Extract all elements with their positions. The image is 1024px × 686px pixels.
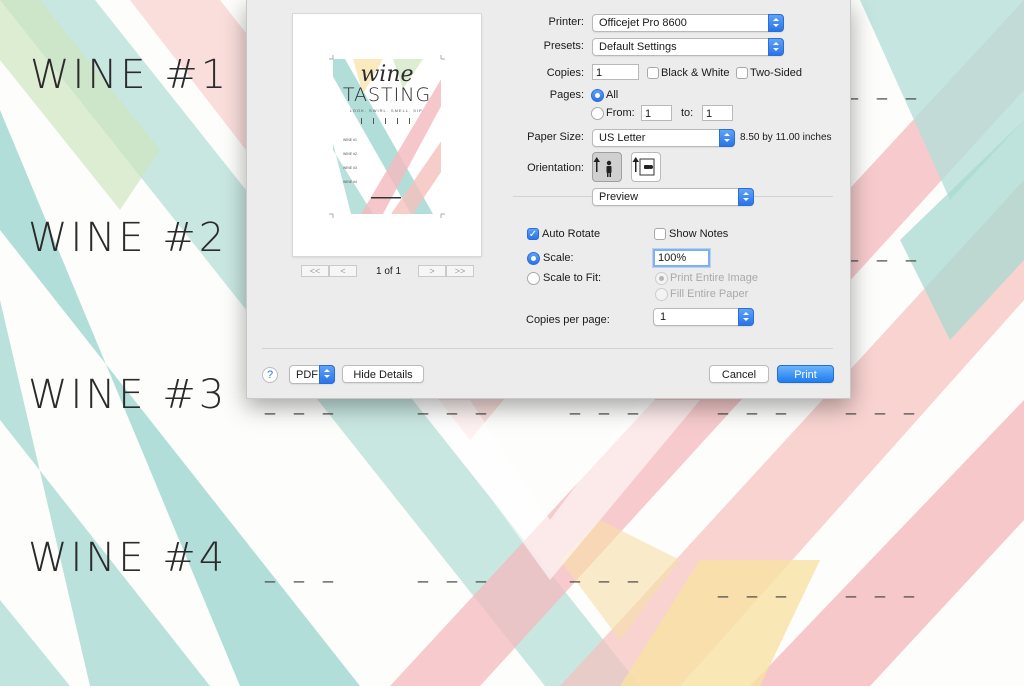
scale-to-fit-label: Scale to Fit: [543,272,602,284]
copies-label: Copies: [546,67,584,79]
paper-size-value: US Letter [599,132,646,144]
first-page-button[interactable]: << [301,265,329,277]
orientation-label: Orientation: [527,162,584,174]
help-button[interactable]: ? [262,367,278,383]
hide-details-button[interactable]: Hide Details [342,365,424,383]
background-wine-label-3: WINE #3 [28,372,228,418]
pages-all-radio[interactable] [591,89,604,102]
presets-popup[interactable]: Default Settings [592,38,784,56]
background-wine-label-2: WINE #2 [28,215,228,261]
preview-artwork [329,55,445,218]
background-dash: _ _ _ [265,563,341,583]
presets-value: Default Settings [599,41,677,53]
popup-arrows-icon [738,188,754,206]
background-wine-label-4: WINE #4 [28,535,228,581]
copies-per-page-label: Copies per page: [526,314,610,326]
print-button[interactable]: Print [777,365,834,383]
black-white-label: Black & White [661,67,730,79]
section-popup[interactable]: Preview [592,188,754,206]
print-preview-page: wine TASTING LOOK. SWIRL. SMELL. SIP. WI… [293,14,481,256]
background-dash: _ _ _ [848,80,924,100]
printer-popup[interactable]: Officejet Pro 8600 [592,14,784,32]
background-dash: _ _ _ [846,395,922,415]
popup-arrows-icon [738,308,754,326]
footer-divider [262,348,833,349]
presets-label: Presets: [543,40,584,52]
background-wine-label-1: WINE #1 [30,52,230,98]
scale-radio[interactable] [527,252,540,265]
orientation-landscape-button[interactable] [631,152,661,182]
black-white-checkbox[interactable] [647,67,659,79]
landscape-person-icon [632,157,655,176]
pages-from-label: From: [606,107,635,119]
paper-size-popup[interactable]: US Letter [592,129,735,147]
two-sided-label: Two-Sided [750,67,802,79]
pages-to-label: to: [681,107,694,119]
popup-arrows-icon [719,129,735,147]
previous-page-button[interactable]: < [329,265,357,277]
print-entire-image-label: Print Entire Image [670,272,759,284]
paper-size-dimensions: 8.50 by 11.00 inches [740,132,832,143]
orientation-portrait-button[interactable] [592,152,622,182]
printer-value: Officejet Pro 8600 [599,17,687,29]
background-dash: _ _ _ [570,563,646,583]
popup-arrows-icon [768,38,784,56]
paper-size-label: Paper Size: [527,131,584,143]
show-notes-checkbox[interactable] [654,228,666,240]
two-sided-checkbox[interactable] [736,67,748,79]
preview-line: WINE #4 [343,180,358,184]
chevron-down-icon [319,365,335,384]
pages-all-label: All [606,89,619,101]
fill-entire-paper-label: Fill Entire Paper [670,288,749,300]
pages-label: Pages: [549,89,584,101]
scale-to-fit-radio[interactable] [527,272,540,285]
last-page-button[interactable]: >> [446,265,474,277]
scale-label: Scale: [543,252,574,264]
background-dash: _ _ _ [418,563,494,583]
next-page-button[interactable]: > [418,265,446,277]
preview-tasting-title: TASTING [342,84,432,106]
auto-rotate-label: Auto Rotate [542,228,601,240]
scale-input[interactable]: 100% [653,249,710,267]
print-entire-image-radio[interactable] [655,272,668,285]
pages-range-radio[interactable] [591,107,604,120]
background-dash: _ _ _ [848,242,924,262]
pages-to-input[interactable]: 1 [702,105,733,121]
printer-label: Printer: [548,16,584,28]
copies-per-page-value: 1 [660,311,667,323]
cancel-button[interactable]: Cancel [709,365,769,383]
copies-input[interactable]: 1 [592,64,639,80]
section-value: Preview [599,191,639,203]
pages-from-input[interactable]: 1 [641,105,672,121]
auto-rotate-checkbox[interactable]: ✓ [527,228,539,240]
background-dash: _ _ _ [718,578,794,598]
pdf-menu-button[interactable]: PDF [289,365,335,384]
print-dialog: wine TASTING LOOK. SWIRL. SMELL. SIP. WI… [246,0,851,399]
pdf-label: PDF [296,369,318,381]
portrait-person-icon [593,157,612,177]
preview-line: WINE #1 [343,138,358,142]
copies-per-page-popup[interactable]: 1 [653,308,754,326]
preview-line: WINE #3 [343,166,358,170]
preview-subtitle: LOOK. SWIRL. SMELL. SIP. [349,108,425,113]
background-dash: _ _ _ [846,578,922,598]
fill-entire-paper-radio[interactable] [655,288,668,301]
show-notes-label: Show Notes [669,228,729,240]
popup-arrows-icon [768,14,784,32]
page-indicator: 1 of 1 [376,266,402,277]
preview-line: WINE #2 [343,152,358,156]
